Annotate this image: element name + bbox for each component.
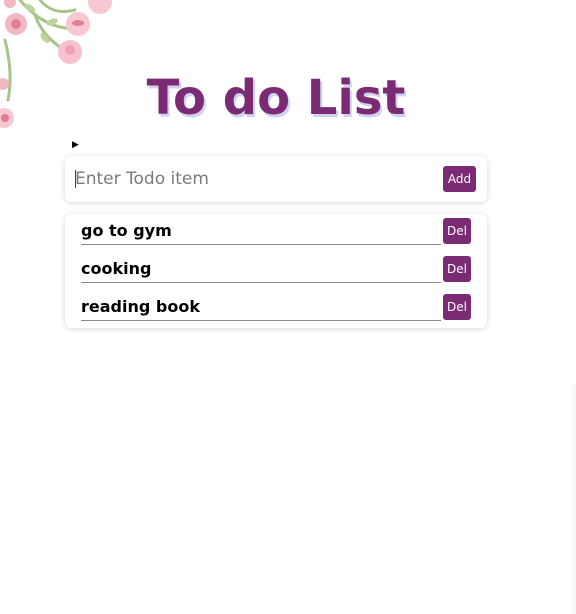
todo-app: To do List ▶ Add go to gym Del cooking D… bbox=[0, 0, 576, 614]
delete-button[interactable]: Del bbox=[443, 218, 471, 244]
todo-input[interactable] bbox=[75, 164, 435, 194]
list-item: reading book Del bbox=[81, 290, 473, 321]
page-edge-shadow bbox=[570, 385, 576, 614]
delete-button[interactable]: Del bbox=[443, 294, 471, 320]
todo-item-text: go to gym bbox=[81, 218, 441, 245]
add-button[interactable]: Add bbox=[443, 166, 476, 192]
page-title: To do List bbox=[146, 70, 406, 126]
todo-item-text: cooking bbox=[81, 256, 441, 283]
list-item: go to gym Del bbox=[81, 214, 473, 245]
text-caret bbox=[75, 170, 76, 188]
todo-list: go to gym Del cooking Del reading book D… bbox=[65, 214, 487, 328]
todo-item-text: reading book bbox=[81, 294, 441, 321]
triangle-right-icon[interactable]: ▶ bbox=[72, 140, 79, 150]
list-item: cooking Del bbox=[81, 252, 473, 283]
input-card: Add bbox=[65, 156, 487, 202]
delete-button[interactable]: Del bbox=[443, 256, 471, 282]
